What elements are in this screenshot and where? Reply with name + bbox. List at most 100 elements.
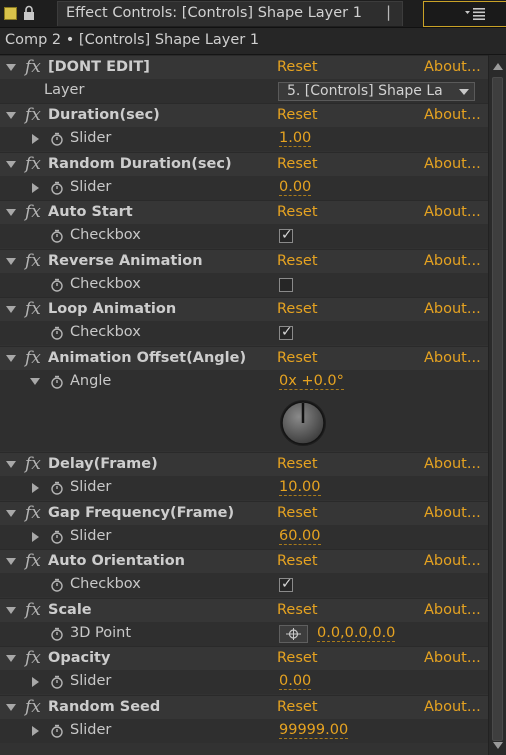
about-link[interactable]: About... <box>424 301 481 317</box>
stopwatch-icon[interactable] <box>50 229 64 243</box>
twirl-open-icon[interactable] <box>6 558 16 565</box>
slider-value[interactable]: 60.00 <box>279 528 321 545</box>
about-link[interactable]: About... <box>424 107 481 123</box>
twirl-open-icon[interactable] <box>6 607 16 614</box>
about-link[interactable]: About... <box>424 156 481 172</box>
about-link[interactable]: About... <box>424 505 481 521</box>
about-link[interactable]: About... <box>424 456 481 472</box>
reset-link[interactable]: Reset <box>277 204 318 220</box>
fx-icon[interactable]: fx <box>25 251 41 271</box>
point-value[interactable]: 0.0,0.0,0.0 <box>317 625 396 642</box>
fx-icon[interactable]: fx <box>25 348 41 368</box>
fx-icon[interactable]: fx <box>25 648 41 668</box>
about-link[interactable]: About... <box>424 650 481 666</box>
twirl-closed-icon[interactable] <box>32 677 39 687</box>
twirl-open-icon[interactable] <box>6 306 16 313</box>
slider-value[interactable]: 1.00 <box>279 130 312 147</box>
fx-icon[interactable]: fx <box>25 454 41 474</box>
slider-value[interactable]: 0.00 <box>279 673 312 690</box>
effect-header-auto-orientation[interactable]: fx Auto Orientation Reset About... <box>0 549 488 573</box>
reset-link[interactable]: Reset <box>277 156 318 172</box>
reset-link[interactable]: Reset <box>277 699 318 715</box>
twirl-open-icon[interactable] <box>30 378 40 385</box>
reset-link[interactable]: Reset <box>277 253 318 269</box>
stopwatch-icon[interactable] <box>50 627 64 641</box>
scroll-thumb[interactable] <box>492 77 503 741</box>
reset-link[interactable]: Reset <box>277 350 318 366</box>
reset-link[interactable]: Reset <box>277 602 318 618</box>
stopwatch-icon[interactable] <box>50 375 64 389</box>
effect-header-duration[interactable]: fx Duration(sec) Reset About... <box>0 103 488 127</box>
checkbox[interactable] <box>279 278 293 292</box>
layer-select[interactable]: 5. [Controls] Shape La <box>278 82 475 101</box>
effect-header-loop-animation[interactable]: fx Loop Animation Reset About... <box>0 297 488 321</box>
reset-link[interactable]: Reset <box>277 650 318 666</box>
reset-link[interactable]: Reset <box>277 505 318 521</box>
fx-icon[interactable]: fx <box>25 600 41 620</box>
twirl-open-icon[interactable] <box>6 112 16 119</box>
twirl-open-icon[interactable] <box>6 64 16 71</box>
stopwatch-icon[interactable] <box>50 481 64 495</box>
stopwatch-icon[interactable] <box>50 675 64 689</box>
twirl-closed-icon[interactable] <box>32 134 39 144</box>
twirl-open-icon[interactable] <box>6 704 16 711</box>
reset-link[interactable]: Reset <box>277 107 318 123</box>
stopwatch-icon[interactable] <box>50 326 64 340</box>
stopwatch-icon[interactable] <box>50 578 64 592</box>
twirl-open-icon[interactable] <box>6 209 16 216</box>
effect-header-auto-start[interactable]: fx Auto Start Reset About... <box>0 200 488 224</box>
about-link[interactable]: About... <box>424 59 481 75</box>
about-link[interactable]: About... <box>424 204 481 220</box>
stopwatch-icon[interactable] <box>50 132 64 146</box>
twirl-closed-icon[interactable] <box>32 183 39 193</box>
scroll-up-arrow-icon[interactable] <box>493 63 503 70</box>
reset-link[interactable]: Reset <box>277 301 318 317</box>
twirl-closed-icon[interactable] <box>32 726 39 736</box>
twirl-open-icon[interactable] <box>6 461 16 468</box>
vertical-scrollbar[interactable] <box>488 55 506 755</box>
effect-header-gap-frequency[interactable]: fx Gap Frequency(Frame) Reset About... <box>0 501 488 525</box>
effect-header-dont-edit[interactable]: fx [DONT EDIT] Reset About... <box>0 55 488 79</box>
about-link[interactable]: About... <box>424 350 481 366</box>
fx-icon[interactable]: fx <box>25 105 41 125</box>
fx-icon[interactable]: fx <box>25 503 41 523</box>
fx-icon[interactable]: fx <box>25 697 41 717</box>
scroll-down-arrow-icon[interactable] <box>493 742 503 749</box>
stopwatch-icon[interactable] <box>50 724 64 738</box>
slider-value[interactable]: 0.00 <box>279 179 312 196</box>
angle-value[interactable]: 0x +0.0° <box>279 373 344 390</box>
stopwatch-icon[interactable] <box>50 181 64 195</box>
checkbox[interactable]: ✓ <box>279 576 293 592</box>
lock-icon[interactable] <box>22 5 36 21</box>
checkbox[interactable]: ✓ <box>279 227 293 243</box>
effect-header-animation-offset[interactable]: fx Animation Offset(Angle) Reset About..… <box>0 346 488 370</box>
stopwatch-icon[interactable] <box>50 278 64 292</box>
fx-icon[interactable]: fx <box>25 154 41 174</box>
twirl-closed-icon[interactable] <box>32 532 39 542</box>
fx-icon[interactable]: fx <box>25 202 41 222</box>
effect-header-scale[interactable]: fx Scale Reset About... <box>0 598 488 622</box>
about-link[interactable]: About... <box>424 602 481 618</box>
twirl-open-icon[interactable] <box>6 258 16 265</box>
reset-link[interactable]: Reset <box>277 456 318 472</box>
effect-header-random-duration[interactable]: fx Random Duration(sec) Reset About... <box>0 152 488 176</box>
panel-menu-button[interactable] <box>423 1 506 27</box>
angle-dial[interactable] <box>277 398 329 447</box>
twirl-open-icon[interactable] <box>6 355 16 362</box>
fx-icon[interactable]: fx <box>25 57 41 77</box>
point-picker-button[interactable] <box>279 625 308 643</box>
label-color-swatch[interactable] <box>4 7 17 20</box>
twirl-closed-icon[interactable] <box>32 483 39 493</box>
slider-value[interactable]: 99999.00 <box>279 722 349 739</box>
reset-link[interactable]: Reset <box>277 59 318 75</box>
reset-link[interactable]: Reset <box>277 553 318 569</box>
slider-value[interactable]: 10.00 <box>279 479 321 496</box>
effect-header-opacity[interactable]: fx Opacity Reset About... <box>0 646 488 670</box>
twirl-open-icon[interactable] <box>6 510 16 517</box>
about-link[interactable]: About... <box>424 699 481 715</box>
fx-icon[interactable]: fx <box>25 299 41 319</box>
twirl-open-icon[interactable] <box>6 161 16 168</box>
effect-header-random-seed[interactable]: fx Random Seed Reset About... <box>0 695 488 719</box>
effect-header-delay[interactable]: fx Delay(Frame) Reset About... <box>0 452 488 476</box>
fx-icon[interactable]: fx <box>25 551 41 571</box>
